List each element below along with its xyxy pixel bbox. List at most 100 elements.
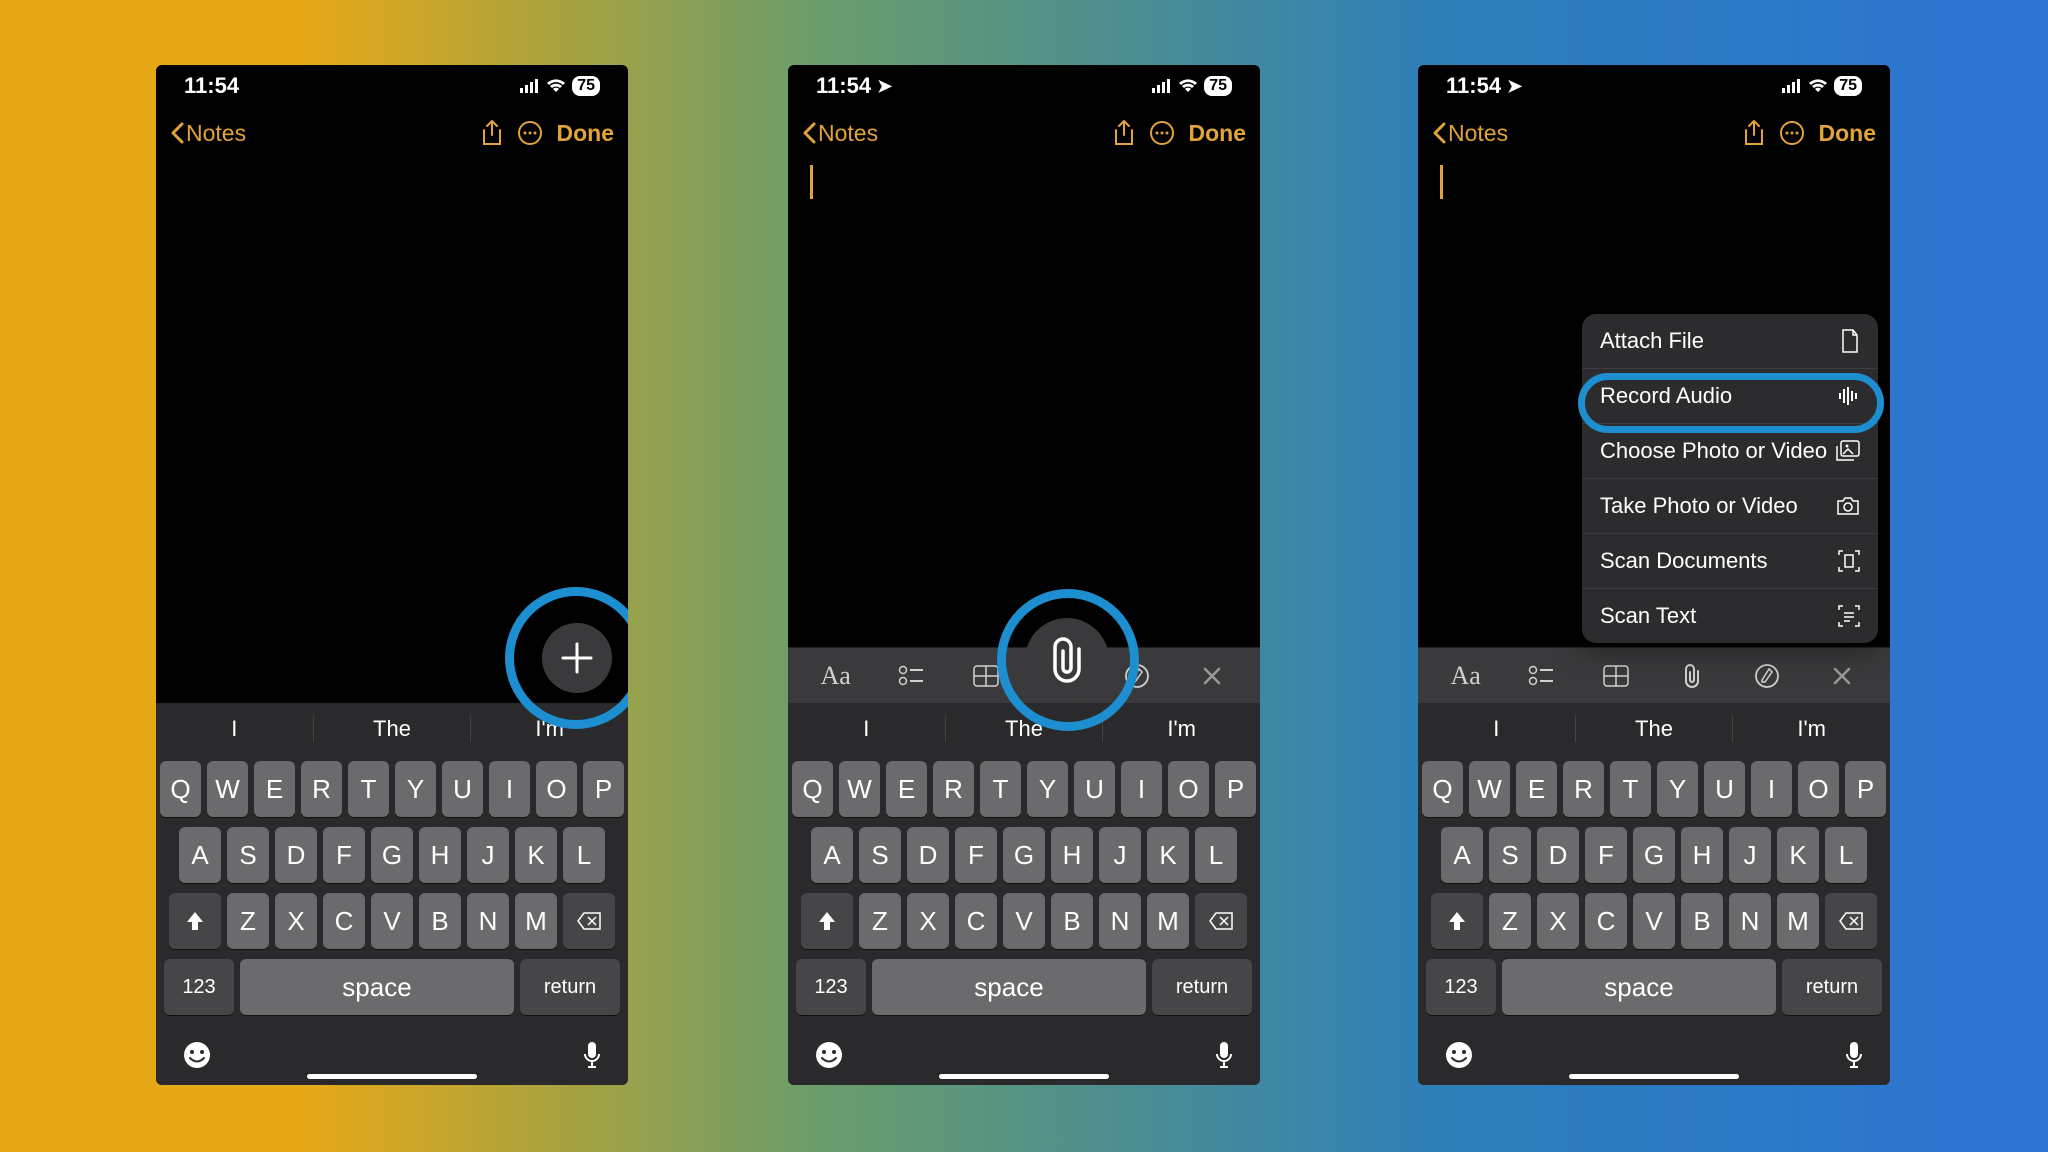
- dictation-icon[interactable]: [582, 1040, 602, 1070]
- checklist-icon[interactable]: [1519, 665, 1563, 687]
- key-z[interactable]: Z: [1489, 893, 1531, 949]
- key-a[interactable]: A: [1441, 827, 1483, 883]
- attachment-button-big[interactable]: [1025, 618, 1109, 702]
- note-editor[interactable]: Attach File Record Audio Choose Photo or…: [1418, 159, 1890, 647]
- key-m[interactable]: M: [1777, 893, 1819, 949]
- key-l[interactable]: L: [1195, 827, 1237, 883]
- key-z[interactable]: Z: [859, 893, 901, 949]
- key-y[interactable]: Y: [1027, 761, 1068, 817]
- key-space[interactable]: space: [240, 959, 514, 1015]
- key-f[interactable]: F: [323, 827, 365, 883]
- key-s[interactable]: S: [859, 827, 901, 883]
- key-a[interactable]: A: [179, 827, 221, 883]
- dictation-icon[interactable]: [1214, 1040, 1234, 1070]
- key-w[interactable]: W: [839, 761, 880, 817]
- suggestion-3[interactable]: I'm: [1733, 716, 1890, 742]
- key-x[interactable]: X: [907, 893, 949, 949]
- key-q[interactable]: Q: [160, 761, 201, 817]
- checklist-icon[interactable]: [889, 665, 933, 687]
- key-m[interactable]: M: [1147, 893, 1189, 949]
- key-numbers[interactable]: 123: [796, 959, 866, 1015]
- key-n[interactable]: N: [1099, 893, 1141, 949]
- emoji-icon[interactable]: [182, 1040, 212, 1070]
- key-p[interactable]: P: [583, 761, 624, 817]
- menu-scan-documents[interactable]: Scan Documents: [1582, 534, 1878, 589]
- key-space[interactable]: space: [1502, 959, 1776, 1015]
- key-d[interactable]: D: [1537, 827, 1579, 883]
- note-editor[interactable]: [156, 159, 628, 703]
- key-l[interactable]: L: [1825, 827, 1867, 883]
- back-button[interactable]: Notes: [802, 120, 878, 147]
- key-q[interactable]: Q: [792, 761, 833, 817]
- key-c[interactable]: C: [323, 893, 365, 949]
- key-e[interactable]: E: [1516, 761, 1557, 817]
- key-k[interactable]: K: [1777, 827, 1819, 883]
- key-j[interactable]: J: [467, 827, 509, 883]
- key-m[interactable]: M: [515, 893, 557, 949]
- key-r[interactable]: R: [301, 761, 342, 817]
- more-icon[interactable]: [511, 120, 549, 146]
- menu-take-photo[interactable]: Take Photo or Video: [1582, 479, 1878, 534]
- key-v[interactable]: V: [1003, 893, 1045, 949]
- key-u[interactable]: U: [1704, 761, 1745, 817]
- suggestion-3[interactable]: I'm: [1103, 716, 1260, 742]
- key-shift[interactable]: [1431, 893, 1483, 949]
- home-indicator[interactable]: [307, 1074, 477, 1079]
- key-u[interactable]: U: [1074, 761, 1115, 817]
- key-t[interactable]: T: [348, 761, 389, 817]
- key-v[interactable]: V: [1633, 893, 1675, 949]
- key-i[interactable]: I: [1751, 761, 1792, 817]
- key-x[interactable]: X: [275, 893, 317, 949]
- key-l[interactable]: L: [563, 827, 605, 883]
- suggestion-2[interactable]: The: [946, 716, 1104, 742]
- key-e[interactable]: E: [886, 761, 927, 817]
- key-b[interactable]: B: [1051, 893, 1093, 949]
- add-attachment-button[interactable]: [542, 623, 612, 693]
- key-n[interactable]: N: [467, 893, 509, 949]
- key-x[interactable]: X: [1537, 893, 1579, 949]
- key-o[interactable]: O: [1168, 761, 1209, 817]
- key-u[interactable]: U: [442, 761, 483, 817]
- home-indicator[interactable]: [1569, 1074, 1739, 1079]
- close-icon[interactable]: [1820, 665, 1864, 687]
- key-r[interactable]: R: [1563, 761, 1604, 817]
- more-icon[interactable]: [1773, 120, 1811, 146]
- more-icon[interactable]: [1143, 120, 1181, 146]
- markup-icon[interactable]: [1745, 663, 1789, 689]
- key-backspace[interactable]: [1195, 893, 1247, 949]
- table-icon[interactable]: [964, 665, 1008, 687]
- menu-record-audio[interactable]: Record Audio: [1582, 369, 1878, 424]
- key-t[interactable]: T: [1610, 761, 1651, 817]
- key-return[interactable]: return: [520, 959, 620, 1015]
- key-n[interactable]: N: [1729, 893, 1771, 949]
- emoji-icon[interactable]: [814, 1040, 844, 1070]
- key-d[interactable]: D: [907, 827, 949, 883]
- key-a[interactable]: A: [811, 827, 853, 883]
- key-z[interactable]: Z: [227, 893, 269, 949]
- key-h[interactable]: H: [1051, 827, 1093, 883]
- key-o[interactable]: O: [536, 761, 577, 817]
- share-icon[interactable]: [473, 120, 511, 146]
- attachment-icon[interactable]: [1670, 663, 1714, 689]
- suggestion-1[interactable]: I: [788, 716, 946, 742]
- key-p[interactable]: P: [1215, 761, 1256, 817]
- key-return[interactable]: return: [1782, 959, 1882, 1015]
- textformat-icon[interactable]: Aa: [814, 661, 858, 691]
- key-f[interactable]: F: [1585, 827, 1627, 883]
- menu-scan-text[interactable]: Scan Text: [1582, 589, 1878, 643]
- key-w[interactable]: W: [1469, 761, 1510, 817]
- key-h[interactable]: H: [1681, 827, 1723, 883]
- share-icon[interactable]: [1105, 120, 1143, 146]
- key-g[interactable]: G: [1003, 827, 1045, 883]
- suggestion-3[interactable]: I'm: [471, 716, 628, 742]
- close-icon[interactable]: [1190, 665, 1234, 687]
- share-icon[interactable]: [1735, 120, 1773, 146]
- key-q[interactable]: Q: [1422, 761, 1463, 817]
- key-d[interactable]: D: [275, 827, 317, 883]
- textformat-icon[interactable]: Aa: [1444, 661, 1488, 691]
- key-backspace[interactable]: [563, 893, 615, 949]
- suggestion-1[interactable]: I: [1418, 716, 1576, 742]
- emoji-icon[interactable]: [1444, 1040, 1474, 1070]
- key-f[interactable]: F: [955, 827, 997, 883]
- back-button[interactable]: Notes: [1432, 120, 1508, 147]
